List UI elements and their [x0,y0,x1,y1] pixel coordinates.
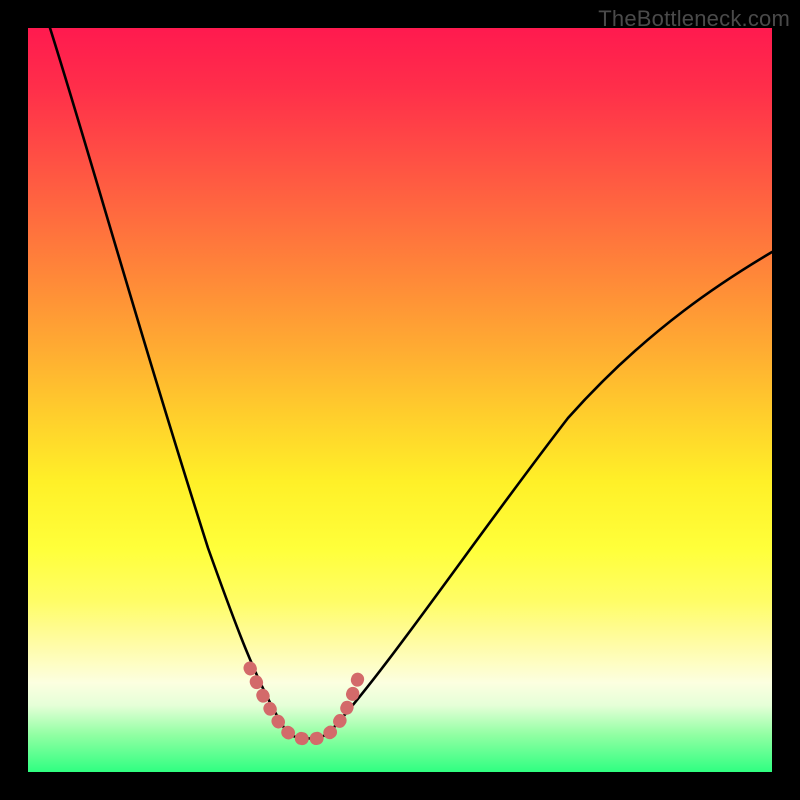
curve-left-branch [50,28,288,734]
plot-area [28,28,772,772]
curve-right-branch [328,252,772,734]
chart-frame: TheBottleneck.com [0,0,800,800]
watermark-text: TheBottleneck.com [598,6,790,32]
curve-layer [28,28,772,772]
trough-highlight [250,668,358,739]
